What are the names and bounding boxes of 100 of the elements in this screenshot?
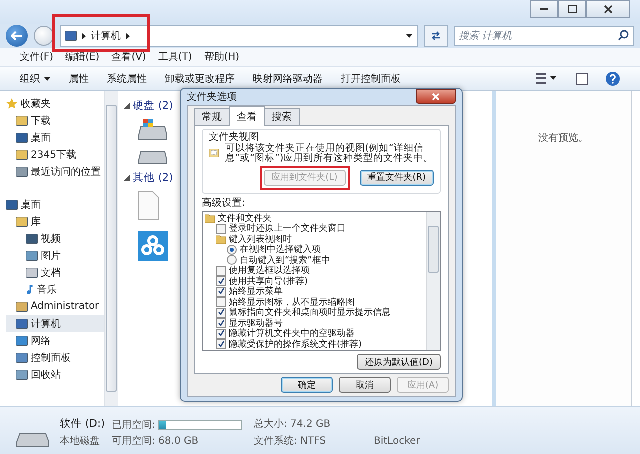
breadcrumb-item[interactable]: 计算机 (91, 29, 121, 43)
sidebar-item[interactable]: 回收站 (6, 366, 104, 383)
sidebar-item[interactable]: 视频 (6, 230, 104, 247)
expanded-icon[interactable] (124, 103, 130, 109)
sidebar-item[interactable]: 控制面板 (6, 349, 104, 366)
sidebar-item[interactable]: 最近访问的位置 (6, 163, 104, 180)
minimize-button[interactable] (530, 0, 558, 18)
group-title: 文件夹视图 (209, 130, 260, 143)
option-label: 始终显示菜单 (229, 286, 283, 298)
option-label: 自动键入到“搜索”框中 (240, 254, 330, 266)
back-button[interactable] (6, 25, 28, 47)
menu-item[interactable]: 编辑(E) (66, 50, 100, 64)
sidebar-item[interactable]: 文档 (6, 264, 104, 281)
sidebar-item[interactable]: 图片 (6, 247, 104, 264)
forward-button[interactable] (34, 26, 54, 46)
dialog-button[interactable]: 重置文件夹(R) (360, 170, 434, 186)
music-note-icon (26, 284, 34, 296)
menu-item[interactable]: 帮助(H) (204, 50, 240, 64)
menu-item[interactable]: 工具(T) (158, 50, 192, 64)
maximize-button[interactable] (558, 0, 586, 18)
menu-item[interactable]: 查看(V) (112, 50, 146, 64)
file-system-text: 文件系统: NTFS (254, 435, 328, 448)
sidebar-item[interactable]: 桌面 (6, 129, 104, 146)
minimize-icon (540, 8, 548, 10)
tab[interactable]: 搜索 (264, 108, 300, 125)
checkbox[interactable] (216, 276, 226, 286)
sidebar-item[interactable]: 音乐 (6, 281, 104, 298)
dialog-title: 文件夹选项 (187, 90, 237, 104)
sidebar-item[interactable]: 2345下载 (6, 146, 104, 163)
checkbox[interactable] (216, 266, 226, 276)
restore-defaults-button[interactable]: 还原为默认值(D) (357, 354, 441, 370)
group-header[interactable]: 其他 (2) (133, 171, 174, 185)
checkbox[interactable] (216, 339, 226, 350)
option-label: 文件和文件夹 (218, 212, 272, 224)
search-field[interactable]: 搜索 计算机 (454, 26, 634, 46)
chevron-icon (82, 32, 86, 40)
scrollbar[interactable] (426, 212, 440, 350)
scrollbar[interactable] (104, 91, 118, 406)
option-label: 隐藏计算机文件夹中的空驱动器 (229, 328, 355, 340)
system-drive-icon[interactable] (138, 119, 168, 141)
checkbox[interactable] (216, 318, 226, 328)
drive-icon (16, 433, 50, 448)
toolbar-button[interactable]: 映射网络驱动器 (253, 72, 323, 86)
toolbar-button[interactable]: 系统属性 (107, 72, 147, 86)
back-arrow-icon (11, 31, 23, 41)
tab[interactable]: 常规 (194, 108, 230, 125)
option-label: 登录时还原上一个文件夹窗口 (229, 222, 346, 234)
help-icon[interactable] (606, 72, 620, 86)
preview-pane-icon[interactable] (576, 72, 588, 84)
free-space-text: 可用空间: 68.0 GB (112, 435, 200, 448)
cloud-app-icon[interactable] (138, 231, 168, 261)
used-space-label: 已用空间: (112, 418, 156, 432)
option-label: 键入列表视图时 (229, 234, 292, 245)
description-text: 可以将该文件夹正在使用的视图(例如“详细信息”或“图标”)应用到所有这种类型的文件夹中。 (225, 144, 434, 164)
tab[interactable]: 查看 (229, 106, 265, 126)
sidebar-item[interactable]: 网络 (6, 332, 104, 349)
checkbox[interactable] (216, 224, 226, 234)
close-button[interactable] (586, 0, 630, 18)
checkbox[interactable] (216, 286, 226, 297)
option-label: 在视图中选择键入项 (240, 244, 321, 256)
sidebar-item[interactable]: Administrator (6, 298, 104, 315)
sidebar-item[interactable]: 计算机 (6, 315, 104, 332)
dropdown-icon[interactable] (406, 34, 413, 38)
toolbar-button[interactable]: 卸载或更改程序 (165, 72, 235, 86)
option-label: 使用共享向导(推荐) (229, 276, 308, 287)
dialog-button[interactable]: 取消 (339, 377, 391, 394)
bitlocker-text: BitLocker (374, 435, 420, 448)
option-label: 显示驱动器号 (229, 318, 283, 329)
sidebar-item[interactable]: 库 (6, 213, 104, 230)
checkbox[interactable] (216, 297, 226, 308)
sidebar-item[interactable]: 桌面 (6, 196, 104, 213)
option-label: 使用复选框以选择项 (229, 264, 310, 276)
checkbox[interactable] (216, 308, 226, 318)
sidebar-item[interactable]: 下载 (6, 112, 104, 129)
refresh-button[interactable] (424, 25, 448, 47)
option-label: 隐藏受保护的操作系统文件(推荐) (229, 338, 362, 351)
address-bar[interactable]: 计算机 (60, 25, 418, 47)
maximize-icon (568, 5, 576, 13)
menu-item[interactable]: 文件(F) (20, 50, 54, 64)
drive-type: 本地磁盘 (60, 435, 101, 448)
close-button[interactable] (416, 89, 456, 104)
drive-icon[interactable] (138, 151, 168, 165)
toolbar-button[interactable]: 组织 (20, 72, 51, 86)
toolbar-button[interactable]: 属性 (69, 72, 89, 86)
refresh-icon (430, 30, 442, 42)
view-options-icon[interactable] (536, 73, 558, 84)
checkbox[interactable] (216, 328, 226, 339)
option-label: 始终显示图标，从不显示缩略图 (229, 296, 355, 308)
expanded-icon[interactable] (124, 175, 130, 181)
radio-button[interactable] (227, 244, 237, 255)
radio-button[interactable] (227, 255, 237, 266)
drive-name: 软件 (D:) (60, 418, 106, 431)
advanced-settings-label: 高级设置: (202, 196, 246, 210)
toolbar-button[interactable]: 打开控制面板 (341, 72, 401, 86)
group-header[interactable]: 硬盘 (2) (133, 99, 174, 113)
preview-message: 没有预览。 (538, 132, 588, 146)
chevron-icon (126, 32, 130, 40)
dialog-button[interactable]: 确定 (281, 377, 333, 394)
sidebar-item[interactable]: 收藏夹 (6, 95, 104, 112)
search-icon (618, 30, 629, 41)
